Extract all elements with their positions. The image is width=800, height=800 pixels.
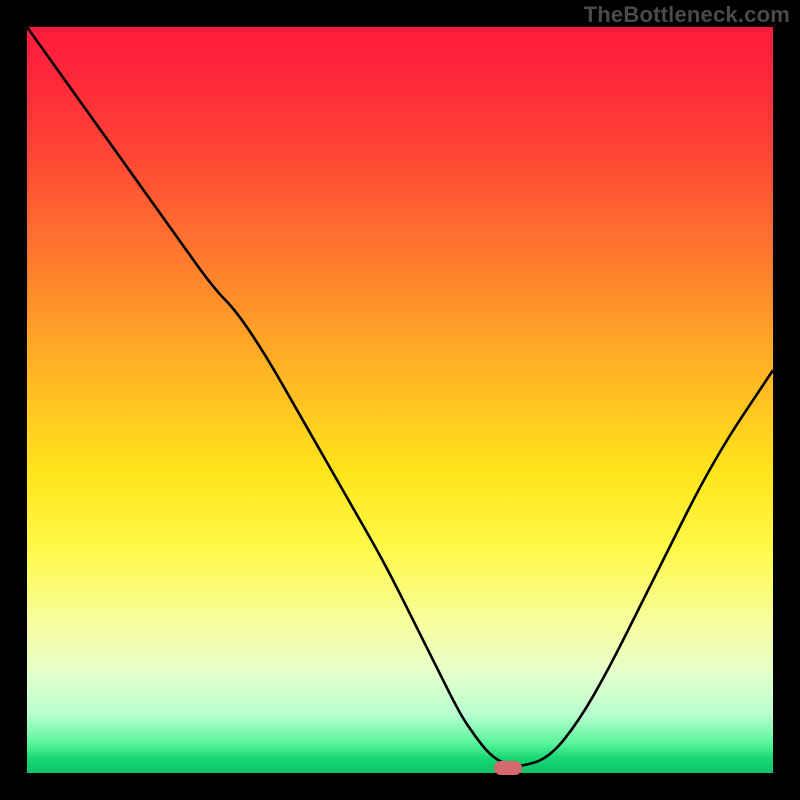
watermark-text: TheBottleneck.com: [584, 2, 790, 28]
bottleneck-curve-path: [27, 27, 773, 766]
plot-area: [27, 27, 773, 773]
chart-frame: TheBottleneck.com: [0, 0, 800, 800]
optimal-point-marker: [494, 761, 522, 775]
bottleneck-chart: [27, 27, 773, 773]
